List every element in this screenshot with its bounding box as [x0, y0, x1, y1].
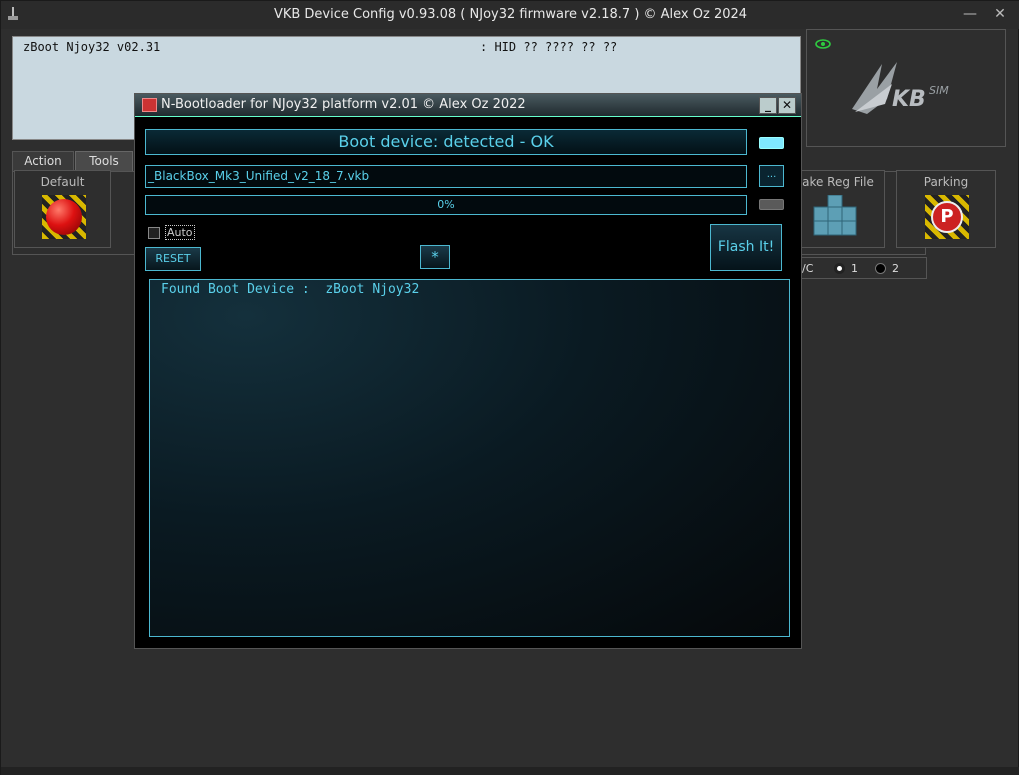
- default-tile-label: Default: [40, 175, 85, 189]
- radio-option-1[interactable]: [834, 263, 845, 274]
- parking-icon: P: [931, 201, 963, 233]
- logo-panel: KB SIM: [806, 29, 1006, 147]
- radio-option-2-label: 2: [892, 262, 899, 275]
- dialog-minimize-button[interactable]: _: [759, 97, 777, 114]
- vkb-logo: KB SIM: [852, 62, 949, 114]
- auto-checkbox-label[interactable]: Auto: [165, 225, 195, 240]
- log-output[interactable]: Found Boot Device : zBoot Njoy32: [149, 279, 790, 637]
- hid-info-text: : HID ?? ???? ?? ??: [480, 40, 618, 54]
- make-reg-file-label: ake Reg File: [802, 175, 874, 189]
- logo-brand-text: KB: [892, 87, 926, 112]
- parking-tile[interactable]: Parking P: [896, 170, 996, 248]
- registry-cubes-icon: [813, 195, 857, 236]
- firmware-file-field[interactable]: _BlackBox_Mk3_Unified_v2_18_7.vkb: [145, 165, 747, 188]
- tab-tools[interactable]: Tools: [75, 151, 133, 171]
- flash-progress-bar: 0%: [145, 195, 747, 215]
- dialog-titlebar[interactable]: N-Bootloader for NJoy32 platform v2.01 ©…: [135, 94, 801, 117]
- close-button[interactable]: ✕: [989, 5, 1011, 23]
- window-title: VKB Device Config v0.93.08 ( NJoy32 firm…: [273, 7, 748, 22]
- main-titlebar[interactable]: VKB Device Config v0.93.08 ( NJoy32 firm…: [1, 1, 1019, 29]
- tab-action[interactable]: Action: [12, 151, 74, 171]
- radio-option-1-label: 1: [851, 262, 858, 275]
- browse-button[interactable]: ...: [759, 165, 784, 187]
- progress-text: 0%: [437, 198, 455, 211]
- radio-group: /C 1 2: [791, 257, 927, 279]
- dialog-title: N-Bootloader for NJoy32 platform v2.01 ©…: [161, 97, 526, 112]
- make-reg-file-tile[interactable]: ake Reg File: [791, 170, 885, 248]
- status-led-on-icon: [759, 137, 784, 149]
- bottom-bar: [1, 767, 1019, 775]
- radio-prefix-label: /C: [802, 262, 814, 275]
- hazard-frame: [42, 195, 86, 239]
- parking-label: Parking: [923, 175, 969, 189]
- default-tile[interactable]: Default: [14, 170, 111, 248]
- logo-sub-text: SIM: [929, 84, 949, 97]
- dialog-close-button[interactable]: ✕: [778, 97, 796, 114]
- hazard-frame: P: [925, 195, 969, 239]
- red-button-icon: [46, 199, 82, 235]
- bootloader-version-text: zBoot Njoy32 v02.31: [23, 40, 161, 54]
- auto-checkbox[interactable]: [148, 227, 160, 239]
- reset-button[interactable]: RESET: [145, 247, 201, 271]
- bootloader-dialog: N-Bootloader for NJoy32 platform v2.01 ©…: [134, 93, 802, 649]
- minimize-button[interactable]: —: [959, 5, 981, 23]
- boot-status-display: Boot device: detected - OK: [145, 129, 747, 155]
- flash-it-button[interactable]: Flash It!: [710, 224, 782, 271]
- star-button[interactable]: *: [420, 245, 450, 269]
- log-text: Found Boot Device : zBoot Njoy32: [161, 282, 420, 297]
- radio-option-2[interactable]: [875, 263, 886, 274]
- eye-icon[interactable]: [815, 38, 831, 50]
- bootloader-app-icon: [142, 98, 157, 112]
- status-led-off-icon: [759, 199, 784, 210]
